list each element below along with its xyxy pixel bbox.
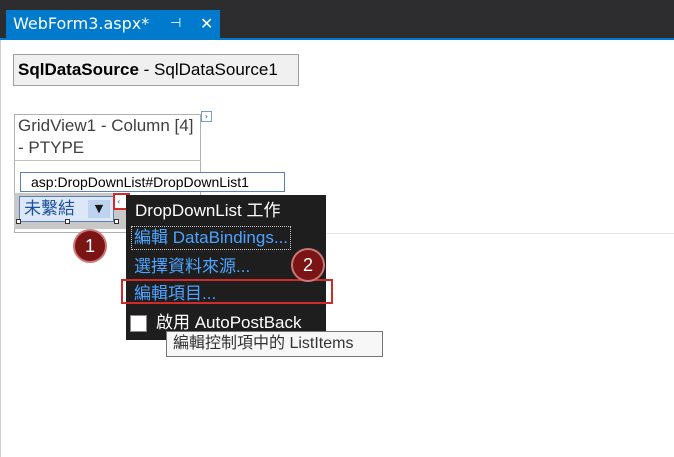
resize-handle[interactable] [16,219,21,224]
dropdownlist-selected-text: 未繫結 [24,199,75,218]
sqldatasource-type: SqlDataSource [18,60,139,79]
edit-databindings-link[interactable]: 編輯 DataBindings... [131,226,292,250]
document-tab[interactable]: WebForm3.aspx* ⊣ ✕ [6,10,220,38]
autopostback-checkbox[interactable] [130,315,147,332]
tasks-panel-title: DropDownList 工作 [135,201,281,220]
tab-title: WebForm3.aspx* [13,14,150,33]
resize-handle[interactable] [65,219,70,224]
dropdown-arrow-icon[interactable]: ▼ [88,200,110,218]
tooltip: 編輯控制項中的 ListItems [166,331,383,357]
close-icon[interactable]: ✕ [200,10,213,38]
resize-handle[interactable] [114,219,119,224]
dropdownlist-control-label: asp:DropDownList#DropDownList1 [20,172,285,192]
edit-items-highlight [121,279,333,304]
smarttag-chevron-icon: ‹ [117,197,121,206]
sqldatasource-control[interactable]: SqlDataSource - SqlDataSource1 [13,54,299,86]
step-badge-2: 2 [293,250,323,280]
gridview-header-divider [14,160,201,161]
gridview-title: GridView1 - Column [4] - PTYPE [18,116,194,157]
design-surface-edge [0,40,1,457]
sqldatasource-name: SqlDataSource1 [154,60,278,79]
step-badge-1: 1 [75,231,105,261]
document-tab-bar: WebForm3.aspx* ⊣ ✕ [0,0,674,38]
sqldatasource-separator: - [138,60,155,79]
pin-icon[interactable]: ⊣ [170,10,181,38]
gridview-smarttag-icon[interactable]: › [201,111,212,122]
choose-data-source-link[interactable]: 選擇資料來源... [134,256,250,278]
